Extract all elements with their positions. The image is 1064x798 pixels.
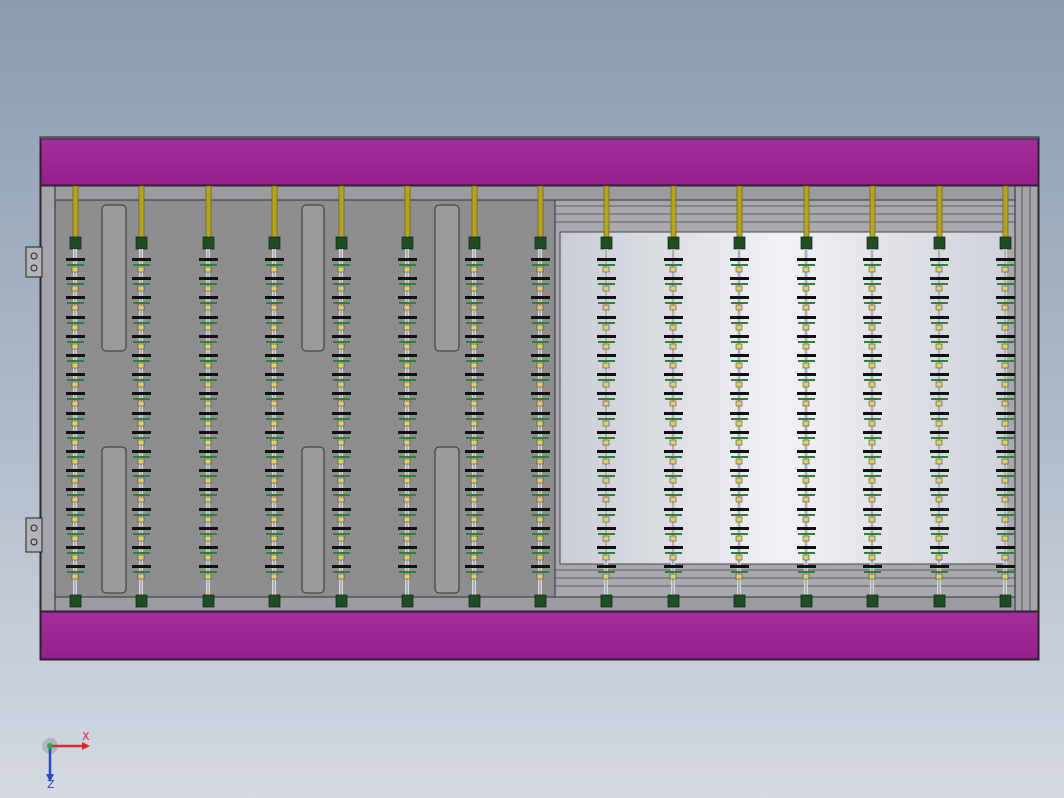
right-end-profile <box>1014 185 1039 612</box>
top-beam <box>40 138 1039 186</box>
left-mount-bracket-bottom <box>25 517 43 553</box>
bottom-beam <box>40 611 1039 660</box>
x-axis-label: X <box>82 730 90 743</box>
roller-shafts <box>66 185 1015 608</box>
coordinate-triad: X Z <box>42 730 90 788</box>
z-axis-label: Z <box>47 778 55 788</box>
graphics-area[interactable]: X Z <box>0 0 1064 798</box>
left-end-profile <box>40 185 56 612</box>
conveyor-model[interactable] <box>0 0 1064 798</box>
y-axis-point <box>47 743 53 749</box>
left-mount-bracket-top <box>25 246 43 278</box>
